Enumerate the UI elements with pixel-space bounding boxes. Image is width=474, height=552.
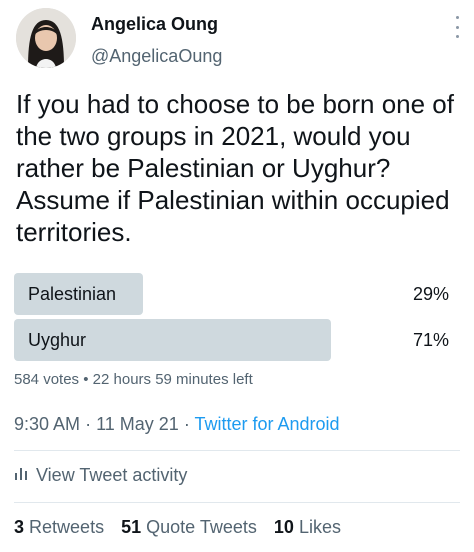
retweets-label: Retweets — [29, 517, 105, 537]
poll-option-palestinian: Palestinian 29% — [14, 273, 454, 315]
view-tweet-activity-label: View Tweet activity — [36, 465, 188, 485]
poll-time-left: 22 hours 59 minutes left — [92, 371, 253, 388]
retweets-count: 3 — [14, 517, 25, 537]
bar-chart-icon — [14, 465, 28, 486]
more-options-icon[interactable] — [452, 16, 462, 38]
tweet-time[interactable]: 9:30 AM — [14, 414, 80, 434]
poll-option-percent: 29% — [412, 284, 449, 304]
poll-option-label: Uyghur — [28, 330, 87, 350]
likes-label: Likes — [298, 517, 341, 537]
quote-tweets-label: Quote Tweets — [146, 517, 257, 537]
divider — [14, 450, 460, 451]
poll-separator: • — [83, 371, 89, 388]
avatar[interactable] — [16, 8, 76, 68]
tweet-source-link[interactable]: Twitter for Android — [195, 414, 340, 434]
poll-meta: 584 votes • 22 hours 59 minutes left — [14, 371, 253, 388]
view-tweet-activity-link[interactable]: View Tweet activity — [14, 465, 187, 486]
poll-option-percent: 71% — [412, 330, 449, 350]
timestamp-separator: · — [85, 414, 92, 434]
poll-votes: 584 votes — [14, 371, 80, 388]
divider — [14, 502, 460, 503]
tweet-text: If you had to choose to be born one of t… — [16, 89, 454, 247]
tweet-timestamp: 9:30 AM · 11 May 21 · Twitter for Androi… — [14, 414, 340, 435]
poll-option-label: Palestinian — [28, 284, 117, 304]
timestamp-separator: · — [183, 414, 190, 434]
quote-tweets-count: 51 — [121, 517, 142, 537]
tweet-date[interactable]: 11 May 21 — [96, 414, 179, 434]
retweets-stat[interactable]: 3 Retweets — [14, 517, 104, 537]
author-name[interactable]: Angelica Oung — [91, 14, 218, 35]
quote-tweets-stat[interactable]: 51 Quote Tweets — [121, 517, 257, 537]
likes-stat[interactable]: 10 Likes — [274, 517, 341, 537]
author-handle[interactable]: @AngelicaOung — [91, 46, 222, 67]
tweet-stats: 3 Retweets 51 Quote Tweets 10 Likes — [14, 517, 353, 538]
poll-option-uyghur: Uyghur 71% — [14, 319, 454, 361]
avatar-image — [16, 8, 76, 68]
likes-count: 10 — [273, 517, 294, 537]
